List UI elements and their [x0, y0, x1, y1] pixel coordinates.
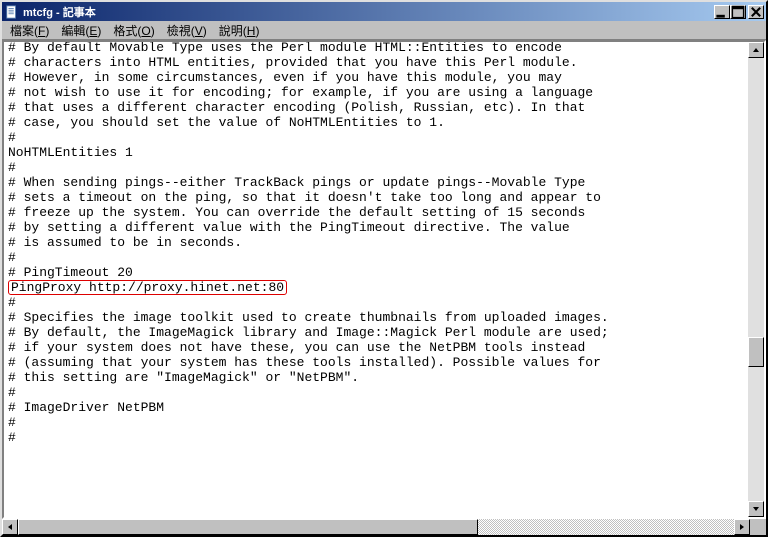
- editor-line[interactable]: # is assumed to be in seconds.: [8, 235, 744, 250]
- scroll-thumb-v[interactable]: [748, 337, 764, 367]
- editor-line[interactable]: NoHTMLEntities 1: [8, 145, 744, 160]
- horizontal-scrollbar[interactable]: [2, 519, 750, 535]
- menu-view[interactable]: 檢視(V): [161, 21, 213, 40]
- menu-edit[interactable]: 編輯(E): [55, 21, 107, 40]
- highlighted-line: PingProxy http://proxy.hinet.net:80: [8, 280, 287, 295]
- window-title: mtcfg - 記事本: [23, 4, 714, 20]
- editor-line[interactable]: # By default Movable Type uses the Perl …: [8, 42, 744, 55]
- menubar: 檔案(F) 編輯(E) 格式(O) 檢視(V) 說明(H): [2, 21, 766, 40]
- editor-line[interactable]: # this setting are "ImageMagick" or "Net…: [8, 370, 744, 385]
- scroll-thumb-h[interactable]: [18, 519, 478, 535]
- editor-line[interactable]: # if your system does not have these, yo…: [8, 340, 744, 355]
- editor-line[interactable]: #: [8, 160, 744, 175]
- editor-line[interactable]: #: [8, 295, 744, 310]
- client-area: # By default Movable Type uses the Perl …: [2, 40, 766, 519]
- scroll-track-v[interactable]: [748, 58, 764, 501]
- titlebar[interactable]: mtcfg - 記事本: [2, 2, 766, 21]
- editor-line[interactable]: # When sending pings--either TrackBack p…: [8, 175, 744, 190]
- text-editor[interactable]: # By default Movable Type uses the Perl …: [4, 42, 748, 517]
- editor-line[interactable]: # (assuming that your system has these t…: [8, 355, 744, 370]
- scroll-left-button[interactable]: [2, 519, 18, 535]
- editor-line[interactable]: # characters into HTML entities, provide…: [8, 55, 744, 70]
- close-button[interactable]: [748, 5, 764, 19]
- menu-help[interactable]: 說明(H): [213, 21, 266, 40]
- editor-line[interactable]: # By default, the ImageMagick library an…: [8, 325, 744, 340]
- scroll-corner: [750, 519, 766, 535]
- vertical-scrollbar[interactable]: [748, 42, 764, 517]
- editor-line[interactable]: #: [8, 250, 744, 265]
- editor-line[interactable]: # that uses a different character encodi…: [8, 100, 744, 115]
- editor-line[interactable]: # not wish to use it for encoding; for e…: [8, 85, 744, 100]
- editor-line[interactable]: # by setting a different value with the …: [8, 220, 744, 235]
- notepad-window: mtcfg - 記事本 檔案(F) 編輯(E) 格式(O) 檢視(V) 說明(H…: [0, 0, 768, 537]
- app-icon: [4, 4, 20, 20]
- editor-line[interactable]: #: [8, 415, 744, 430]
- editor-line[interactable]: #: [8, 430, 744, 445]
- editor-line[interactable]: # However, in some circumstances, even i…: [8, 70, 744, 85]
- editor-line[interactable]: # Specifies the image toolkit used to cr…: [8, 310, 744, 325]
- editor-line[interactable]: # PingTimeout 20: [8, 265, 744, 280]
- scroll-down-button[interactable]: [748, 501, 764, 517]
- editor-line[interactable]: # freeze up the system. You can override…: [8, 205, 744, 220]
- editor-line[interactable]: #: [8, 130, 744, 145]
- editor-line[interactable]: #: [8, 385, 744, 400]
- editor-line[interactable]: # ImageDriver NetPBM: [8, 400, 744, 415]
- window-controls: [714, 5, 764, 19]
- editor-line[interactable]: # case, you should set the value of NoHT…: [8, 115, 744, 130]
- menu-format[interactable]: 格式(O): [107, 21, 160, 40]
- editor-line[interactable]: # sets a timeout on the ping, so that it…: [8, 190, 744, 205]
- minimize-button[interactable]: [714, 5, 730, 19]
- maximize-button[interactable]: [730, 5, 746, 19]
- menu-file[interactable]: 檔案(F): [4, 21, 55, 40]
- scroll-up-button[interactable]: [748, 42, 764, 58]
- scroll-right-button[interactable]: [734, 519, 750, 535]
- scroll-track-h[interactable]: [18, 519, 734, 535]
- editor-line[interactable]: PingProxy http://proxy.hinet.net:80: [8, 280, 744, 295]
